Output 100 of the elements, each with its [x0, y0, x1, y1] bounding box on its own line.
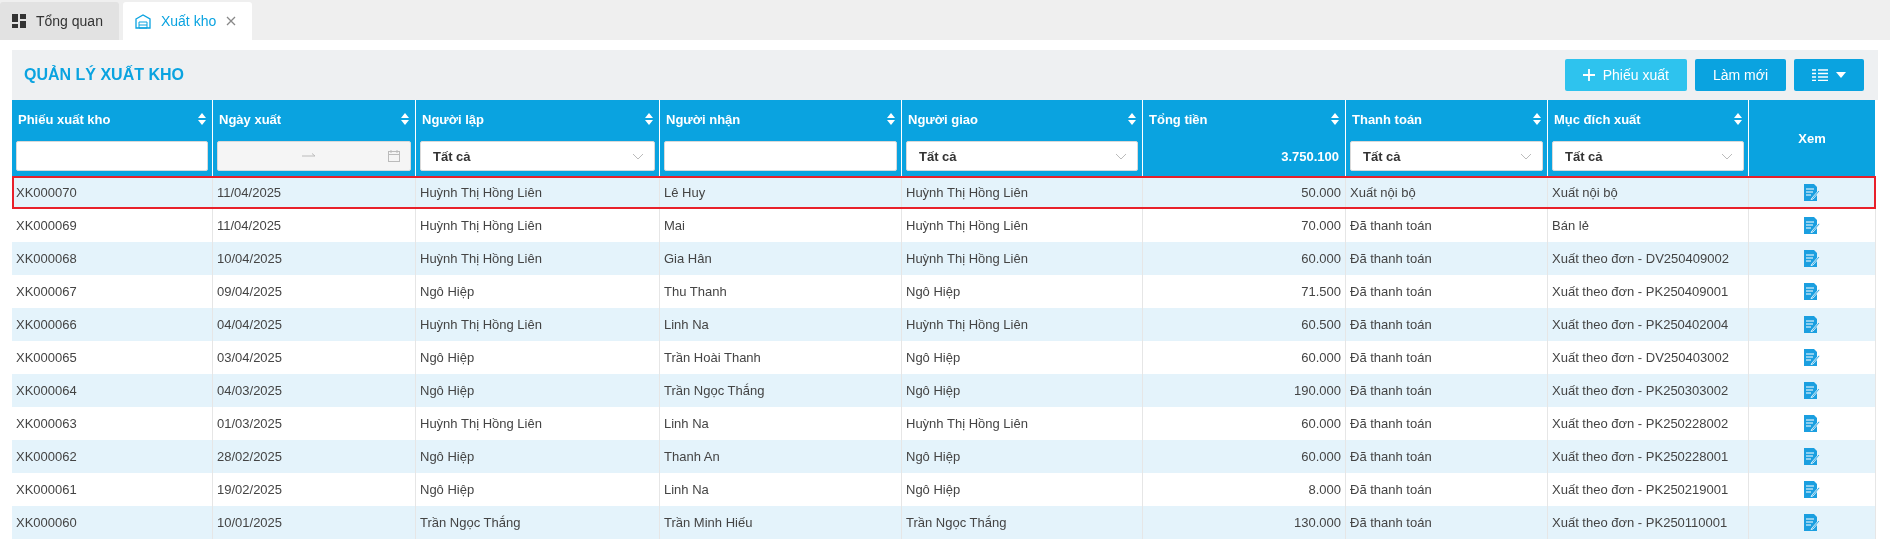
chevron-down-icon [1721, 152, 1733, 160]
table-cell: XK000062 [12, 440, 213, 473]
column-header: Người giao [902, 100, 1143, 138]
column-header: Ngày xuất [213, 100, 416, 138]
edit-document-icon[interactable] [1804, 316, 1820, 333]
table-cell: Đã thanh toán [1346, 440, 1548, 473]
table-cell: 10/04/2025 [213, 242, 416, 275]
table-cell: Huỳnh Thị Hồng Liên [902, 308, 1143, 341]
table-cell: Xuất nội bộ [1346, 176, 1548, 209]
table-row[interactable]: XK000068 10/04/2025 Huỳnh Thị Hồng Liên Gia Hân Huỳnh Thị Hồng Liên 60.000 Đã thanh toán Xuất theo đơn - DV250409002 [12, 242, 1876, 275]
sort-icon[interactable] [1128, 113, 1136, 125]
table-cell: Thanh An [660, 440, 902, 473]
table-cell: Huỳnh Thị Hồng Liên [902, 242, 1143, 275]
edit-document-icon[interactable] [1804, 382, 1820, 399]
table-cell: 10/01/2025 [213, 506, 416, 539]
table-cell: 28/02/2025 [213, 440, 416, 473]
close-icon[interactable] [226, 16, 237, 26]
table-row[interactable]: XK000063 01/03/2025 Huỳnh Thị Hồng Liên Linh Na Huỳnh Thị Hồng Liên 60.000 Đã thanh toán Xuất theo đơn - PK250228002 [12, 407, 1876, 440]
sort-icon[interactable] [887, 113, 895, 125]
table-cell: 130.000 [1143, 506, 1346, 539]
sort-icon[interactable] [1734, 113, 1742, 125]
sort-icon[interactable] [198, 113, 206, 125]
filter-select[interactable]: Tất cả [906, 141, 1138, 171]
table-cell: Gia Hân [660, 242, 902, 275]
table-cell: Xuất theo đơn - DV250409002 [1548, 242, 1749, 275]
edit-document-icon[interactable] [1804, 415, 1820, 432]
table-cell: 60.000 [1143, 440, 1346, 473]
arrow-right-icon [302, 153, 316, 159]
table-cell: 11/04/2025 [213, 176, 416, 209]
table-row[interactable]: XK000065 03/04/2025 Ngô Hiệp Trần Hoài Thanh Ngô Hiệp 60.000 Đã thanh toán Xuất theo đơn - DV250403002 [12, 341, 1876, 374]
filter-select[interactable]: Tất cả [1552, 141, 1744, 171]
table-cell: Xuất theo đơn - PK250228001 [1548, 440, 1749, 473]
table-row[interactable]: XK000067 09/04/2025 Ngô Hiệp Thu Thanh Ngô Hiệp 71.500 Đã thanh toán Xuất theo đơn - PK250409001 [12, 275, 1876, 308]
table-cell: XK000064 [12, 374, 213, 407]
column-header: Người lập [416, 100, 660, 138]
edit-document-icon[interactable] [1804, 184, 1820, 201]
table-cell: Ngô Hiệp [902, 440, 1143, 473]
table-cell: 190.000 [1143, 374, 1346, 407]
edit-document-icon[interactable] [1804, 481, 1820, 498]
table-cell: 04/04/2025 [213, 308, 416, 341]
table-cell: Linh Na [660, 308, 902, 341]
edit-document-icon[interactable] [1804, 217, 1820, 234]
table-cell: Đã thanh toán [1346, 506, 1548, 539]
sort-icon[interactable] [1533, 113, 1541, 125]
table-cell: Trần Ngọc Thắng [660, 374, 902, 407]
filter-select[interactable]: Tất cả [420, 141, 655, 171]
table-cell: Ngô Hiệp [902, 374, 1143, 407]
table-row[interactable]: XK000064 04/03/2025 Ngô Hiệp Trần Ngọc Thắng Ngô Hiệp 190.000 Đã thanh toán Xuất theo đơn - PK250303002 [12, 374, 1876, 407]
table-row[interactable]: XK000066 04/04/2025 Huỳnh Thị Hồng Liên Linh Na Huỳnh Thị Hồng Liên 60.500 Đã thanh toán Xuất theo đơn - PK250402004 [12, 308, 1876, 341]
sort-icon[interactable] [645, 113, 653, 125]
table-cell: Lê Huy [660, 176, 902, 209]
column-header: Phiếu xuất kho [12, 100, 213, 138]
column-header: Xem [1749, 100, 1876, 176]
table-cell: 50.000 [1143, 176, 1346, 209]
table-cell: Xuất theo đơn - PK250402004 [1548, 308, 1749, 341]
edit-document-icon[interactable] [1804, 448, 1820, 465]
page-title: QUẢN LÝ XUẤT KHO [24, 66, 184, 84]
filter-select[interactable]: Tất cả [1350, 141, 1543, 171]
table-cell: Đã thanh toán [1346, 242, 1548, 275]
edit-document-icon[interactable] [1804, 349, 1820, 366]
plus-icon [1582, 69, 1595, 81]
table-row[interactable]: XK000062 28/02/2025 Ngô Hiệp Thanh An Ngô Hiệp 60.000 Đã thanh toán Xuất theo đơn - PK250228001 [12, 440, 1876, 473]
list-icon [1812, 69, 1828, 81]
chevron-down-icon [1115, 152, 1127, 160]
chevron-down-icon [1520, 152, 1532, 160]
table-cell: XK000070 [12, 176, 213, 209]
caret-down-icon [1836, 72, 1846, 78]
table-cell: Ngô Hiệp [416, 374, 660, 407]
table-cell: Xuất theo đơn - PK250303002 [1548, 374, 1749, 407]
column-header: Thanh toán [1346, 100, 1548, 138]
table-cell: Huỳnh Thị Hồng Liên [416, 242, 660, 275]
table-cell: Trần Ngọc Thắng [416, 506, 660, 539]
table-cell: Ngô Hiệp [416, 440, 660, 473]
dashboard-icon [12, 14, 26, 28]
table-cell: Đã thanh toán [1346, 374, 1548, 407]
table-cell: Đã thanh toán [1346, 308, 1548, 341]
edit-document-icon[interactable] [1804, 250, 1820, 267]
table-cell: 60.500 [1143, 308, 1346, 341]
table-cell: Huỳnh Thị Hồng Liên [416, 308, 660, 341]
table-cell: Huỳnh Thị Hồng Liên [902, 176, 1143, 209]
table-cell: 04/03/2025 [213, 374, 416, 407]
table-cell: Xuất nội bộ [1548, 176, 1749, 209]
table-cell: Trần Ngọc Thắng [902, 506, 1143, 539]
tab[interactable]: Tổng quan [0, 2, 119, 40]
table-row[interactable]: XK000070 11/04/2025 Huỳnh Thị Hồng Liên Lê Huy Huỳnh Thị Hồng Liên 50.000 Xuất nội bộ Xuất nội bộ [12, 176, 1876, 209]
chevron-down-icon [632, 152, 644, 160]
table-cell: XK000068 [12, 242, 213, 275]
edit-document-icon[interactable] [1804, 514, 1820, 531]
table-row[interactable]: XK000060 10/01/2025 Trần Ngọc Thắng Trần Minh Hiếu Trần Ngọc Thắng 130.000 Đã thanh toán Xuất theo đơn - PK250110001 [12, 506, 1876, 539]
sort-icon[interactable] [401, 113, 409, 125]
table-cell: XK000066 [12, 308, 213, 341]
table-cell: XK000060 [12, 506, 213, 539]
sort-icon[interactable] [1331, 113, 1339, 125]
table-row[interactable]: XK000061 19/02/2025 Ngô Hiệp Linh Na Ngô Hiệp 8.000 Đã thanh toán Xuất theo đơn - PK250219001 [12, 473, 1876, 506]
table-row[interactable]: XK000069 11/04/2025 Huỳnh Thị Hồng Liên Mai Huỳnh Thị Hồng Liên 70.000 Đã thanh toán Bán lẻ [12, 209, 1876, 242]
table-cell: 60.000 [1143, 242, 1346, 275]
table-cell: Huỳnh Thị Hồng Liên [416, 176, 660, 209]
column-header: Người nhận [660, 100, 902, 138]
columns-menu-button[interactable] [1794, 59, 1864, 91]
edit-document-icon[interactable] [1804, 283, 1820, 300]
